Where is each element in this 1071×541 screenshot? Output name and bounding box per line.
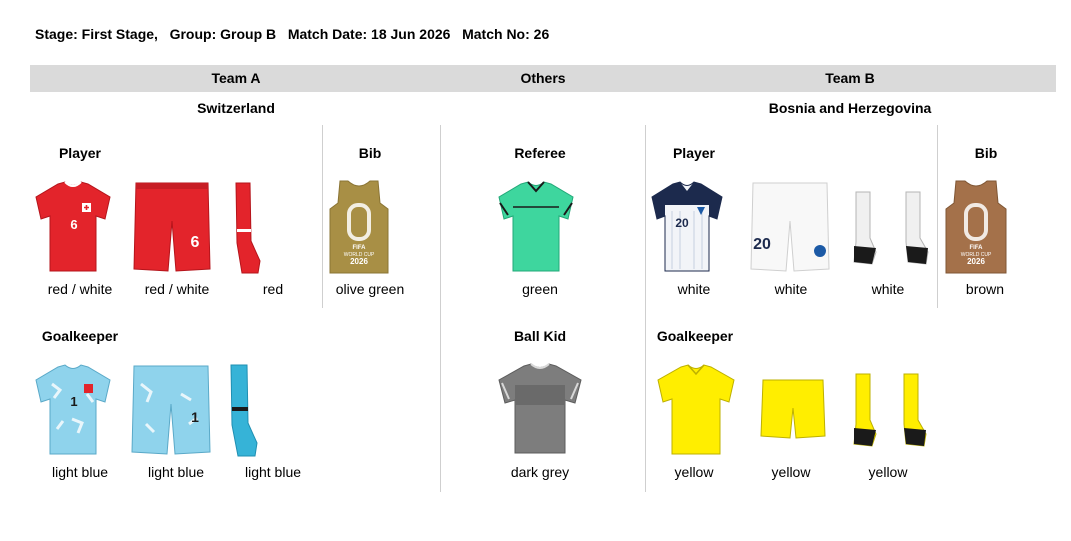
team-a-goalkeeper-title: Goalkeeper: [41, 328, 119, 344]
svg-text:6: 6: [70, 217, 77, 232]
team-a-country: Switzerland: [197, 100, 275, 116]
team-a-socks-color: red: [262, 281, 284, 297]
socks-icon: [230, 364, 258, 457]
svg-text:1: 1: [70, 394, 77, 409]
team-b-player-title: Player: [672, 145, 716, 161]
team-b-goalkeeper-title: Goalkeeper: [656, 328, 734, 344]
svg-text:2026: 2026: [967, 257, 985, 266]
shirt-icon: 20: [651, 181, 723, 272]
svg-text:FIFA: FIFA: [970, 245, 984, 251]
team-a-player-title: Player: [58, 145, 102, 161]
team-b-bib-title: Bib: [974, 145, 998, 161]
column-header-team-a: Team A: [211, 70, 261, 86]
team-b-socks-color: white: [871, 281, 905, 297]
referee-color: green: [522, 281, 558, 297]
team-b-country: Bosnia and Herzegovina: [768, 100, 932, 116]
shirt-icon: [498, 181, 574, 272]
shirt-icon: 1: [35, 364, 111, 455]
team-a-gk-socks-color: light blue: [244, 464, 302, 480]
svg-text:6: 6: [191, 234, 200, 251]
team-b-gk-socks-color: yellow: [868, 464, 908, 480]
svg-text:2026: 2026: [350, 257, 368, 266]
svg-text:1: 1: [191, 409, 199, 425]
referee-title: Referee: [514, 145, 566, 161]
shirt-icon: 6: [35, 181, 111, 272]
match-date-label: Match Date: 18 Jun 2026: [287, 26, 451, 42]
socks-icon: [853, 373, 927, 447]
svg-text:20: 20: [753, 236, 771, 253]
ball-kid-color: dark grey: [510, 464, 570, 480]
shirt-icon: [498, 363, 582, 454]
team-a-bib-color: olive green: [335, 281, 405, 297]
match-info: Stage: First Stage, Group: Group B Match…: [35, 26, 549, 42]
team-a-shirt-color: red / white: [47, 281, 113, 297]
column-header-others: Others: [520, 70, 566, 86]
team-a-bib-title: Bib: [358, 145, 382, 161]
match-number-label: Match No: 26: [462, 26, 550, 42]
group-label: Group: Group B: [169, 26, 277, 42]
divider-team-a-others: [440, 125, 441, 492]
svg-text:FIFA: FIFA: [353, 245, 367, 251]
ball-kid-title: Ball Kid: [513, 328, 567, 344]
team-b-gk-shirt-color: yellow: [674, 464, 714, 480]
team-b-shorts-color: white: [774, 281, 808, 297]
team-b-shirt-color: white: [677, 281, 711, 297]
divider-others-team-b: [645, 125, 646, 492]
bib-icon: FIFA WORLD CUP 2026: [945, 180, 1007, 274]
team-a-gk-shirt-color: light blue: [51, 464, 109, 480]
shorts-icon: 1: [131, 365, 211, 455]
team-a-gk-shorts-color: light blue: [147, 464, 205, 480]
shirt-icon: [657, 364, 735, 455]
bib-icon: FIFA WORLD CUP 2026: [329, 180, 389, 274]
team-a-shorts-color: red / white: [144, 281, 210, 297]
column-header-team-b: Team B: [825, 70, 875, 86]
socks-icon: [853, 191, 929, 265]
shorts-icon: 20: [750, 182, 830, 272]
shorts-icon: [760, 379, 826, 439]
shorts-icon: 6: [133, 182, 211, 272]
socks-icon: [235, 182, 261, 274]
team-b-gk-shorts-color: yellow: [771, 464, 811, 480]
svg-text:20: 20: [675, 216, 689, 230]
team-b-bib-color: brown: [965, 281, 1005, 297]
stage-label: Stage: First Stage,: [35, 26, 158, 42]
